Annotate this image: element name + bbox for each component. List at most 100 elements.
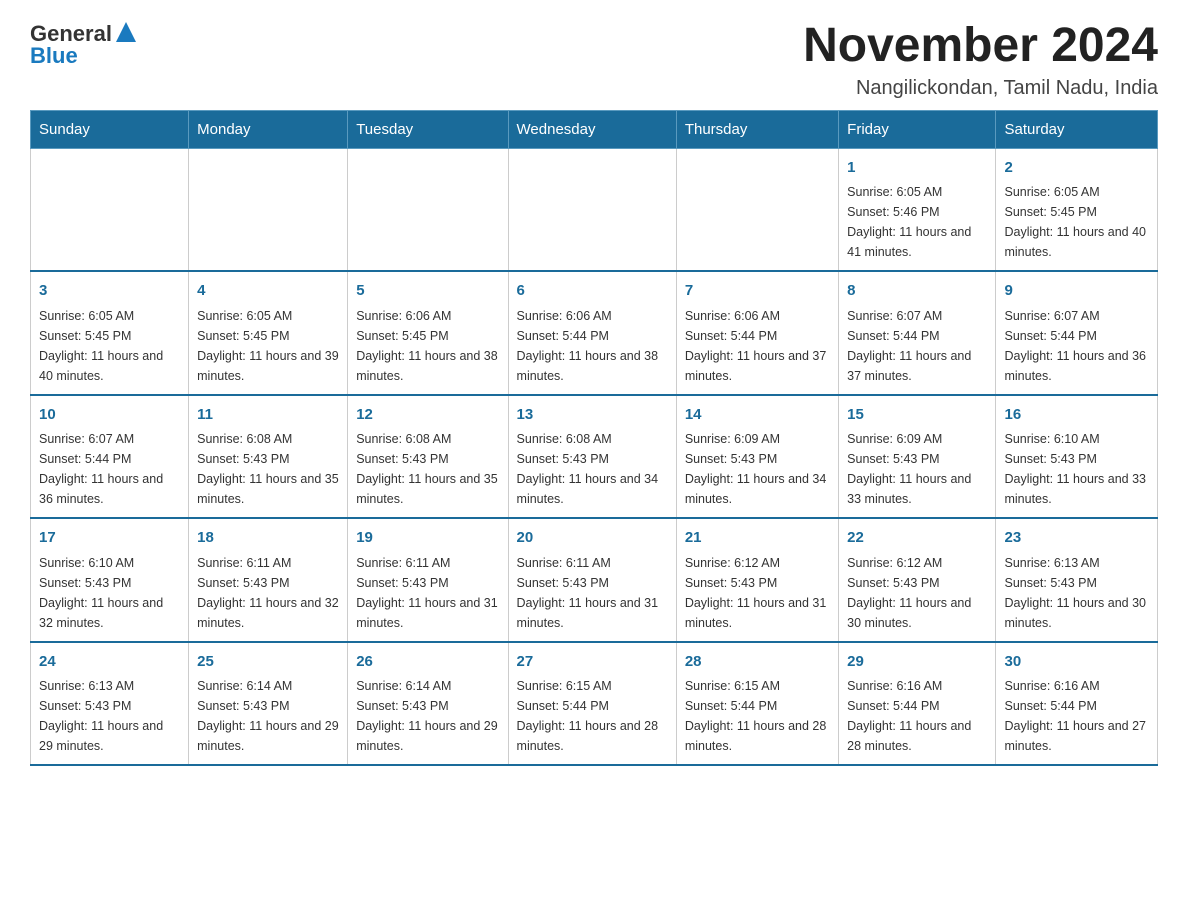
calendar-cell xyxy=(508,148,676,271)
weekday-header-row: SundayMondayTuesdayWednesdayThursdayFrid… xyxy=(31,110,1158,148)
logo: General Blue xyxy=(30,20,136,69)
logo-triangle-icon xyxy=(116,22,136,42)
calendar-cell: 4 Sunrise: 6:05 AMSunset: 5:45 PMDaylight… xyxy=(189,271,348,395)
day-number: 6 xyxy=(517,280,668,303)
day-number: 7 xyxy=(685,280,830,303)
day-info: Sunrise: 6:05 AMSunset: 5:45 PMDaylight:… xyxy=(39,306,180,386)
day-info: Sunrise: 6:12 AMSunset: 5:43 PMDaylight:… xyxy=(685,553,830,633)
day-info: Sunrise: 6:13 AMSunset: 5:43 PMDaylight:… xyxy=(1004,553,1149,633)
calendar-cell: 16Sunrise: 6:10 AMSunset: 5:43 PMDayligh… xyxy=(996,395,1158,519)
day-number: 15 xyxy=(847,404,987,427)
weekday-header-thursday: Thursday xyxy=(676,110,838,148)
calendar-cell xyxy=(348,148,508,271)
day-info: Sunrise: 6:10 AMSunset: 5:43 PMDaylight:… xyxy=(39,553,180,633)
day-number: 26 xyxy=(356,651,499,674)
calendar-header: SundayMondayTuesdayWednesdayThursdayFrid… xyxy=(31,110,1158,148)
day-number: 9 xyxy=(1004,280,1149,303)
day-info: Sunrise: 6:05 AMSunset: 5:45 PMDaylight:… xyxy=(1004,182,1149,262)
calendar-cell: 5Sunrise: 6:06 AMSunset: 5:45 PMDaylight… xyxy=(348,271,508,395)
calendar-cell: 7Sunrise: 6:06 AMSunset: 5:44 PMDaylight… xyxy=(676,271,838,395)
day-number: 17 xyxy=(39,527,180,550)
calendar-cell: 26Sunrise: 6:14 AMSunset: 5:43 PMDayligh… xyxy=(348,642,508,766)
calendar-cell: 14Sunrise: 6:09 AMSunset: 5:43 PMDayligh… xyxy=(676,395,838,519)
day-number: 3 xyxy=(39,280,180,303)
location-subtitle: Nangilickondan, Tamil Nadu, India xyxy=(803,77,1158,100)
calendar-table: SundayMondayTuesdayWednesdayThursdayFrid… xyxy=(30,110,1158,767)
day-number: 21 xyxy=(685,527,830,550)
day-info: Sunrise: 6:16 AMSunset: 5:44 PMDaylight:… xyxy=(1004,676,1149,756)
weekday-header-monday: Monday xyxy=(189,110,348,148)
logo-blue-text: Blue xyxy=(30,43,78,69)
calendar-week-row: 3 Sunrise: 6:05 AMSunset: 5:45 PMDaylight… xyxy=(31,271,1158,395)
calendar-cell: 17 Sunrise: 6:10 AMSunset: 5:43 PMDayligh… xyxy=(31,518,189,642)
day-number: 1 xyxy=(847,157,987,180)
day-number: 2 xyxy=(1004,157,1149,180)
weekday-header-friday: Friday xyxy=(839,110,996,148)
calendar-cell: 24Sunrise: 6:13 AMSunset: 5:43 PMDayligh… xyxy=(31,642,189,766)
calendar-week-row: 17 Sunrise: 6:10 AMSunset: 5:43 PMDayligh… xyxy=(31,518,1158,642)
calendar-cell: 10Sunrise: 6:07 AMSunset: 5:44 PMDayligh… xyxy=(31,395,189,519)
day-info: Sunrise: 6:11 AMSunset: 5:43 PMDaylight:… xyxy=(356,553,499,633)
day-info: Sunrise: 6:13 AMSunset: 5:43 PMDaylight:… xyxy=(39,676,180,756)
day-number: 12 xyxy=(356,404,499,427)
day-number: 19 xyxy=(356,527,499,550)
calendar-cell: 25Sunrise: 6:14 AMSunset: 5:43 PMDayligh… xyxy=(189,642,348,766)
calendar-cell: 12Sunrise: 6:08 AMSunset: 5:43 PMDayligh… xyxy=(348,395,508,519)
calendar-cell: 1Sunrise: 6:05 AMSunset: 5:46 PMDaylight… xyxy=(839,148,996,271)
day-number: 20 xyxy=(517,527,668,550)
calendar-cell: 19 Sunrise: 6:11 AMSunset: 5:43 PMDayligh… xyxy=(348,518,508,642)
calendar-cell: 27Sunrise: 6:15 AMSunset: 5:44 PMDayligh… xyxy=(508,642,676,766)
day-number: 29 xyxy=(847,651,987,674)
weekday-header-saturday: Saturday xyxy=(996,110,1158,148)
title-section: November 2024 Nangilickondan, Tamil Nadu… xyxy=(803,20,1158,100)
calendar-cell: 23 Sunrise: 6:13 AMSunset: 5:43 PMDayligh… xyxy=(996,518,1158,642)
calendar-cell xyxy=(676,148,838,271)
calendar-cell: 15Sunrise: 6:09 AMSunset: 5:43 PMDayligh… xyxy=(839,395,996,519)
weekday-header-sunday: Sunday xyxy=(31,110,189,148)
day-number: 4 xyxy=(197,280,339,303)
day-info: Sunrise: 6:08 AMSunset: 5:43 PMDaylight:… xyxy=(356,429,499,509)
weekday-header-wednesday: Wednesday xyxy=(508,110,676,148)
day-info: Sunrise: 6:14 AMSunset: 5:43 PMDaylight:… xyxy=(356,676,499,756)
day-number: 23 xyxy=(1004,527,1149,550)
day-info: Sunrise: 6:07 AMSunset: 5:44 PMDaylight:… xyxy=(1004,306,1149,386)
day-info: Sunrise: 6:09 AMSunset: 5:43 PMDaylight:… xyxy=(847,429,987,509)
calendar-cell: 8Sunrise: 6:07 AMSunset: 5:44 PMDaylight… xyxy=(839,271,996,395)
calendar-cell: 3 Sunrise: 6:05 AMSunset: 5:45 PMDaylight… xyxy=(31,271,189,395)
day-info: Sunrise: 6:16 AMSunset: 5:44 PMDaylight:… xyxy=(847,676,987,756)
calendar-cell: 21 Sunrise: 6:12 AMSunset: 5:43 PMDayligh… xyxy=(676,518,838,642)
calendar-week-row: 1Sunrise: 6:05 AMSunset: 5:46 PMDaylight… xyxy=(31,148,1158,271)
weekday-header-tuesday: Tuesday xyxy=(348,110,508,148)
day-info: Sunrise: 6:06 AMSunset: 5:44 PMDaylight:… xyxy=(517,306,668,386)
day-info: Sunrise: 6:08 AMSunset: 5:43 PMDaylight:… xyxy=(197,429,339,509)
day-number: 18 xyxy=(197,527,339,550)
day-info: Sunrise: 6:08 AMSunset: 5:43 PMDaylight:… xyxy=(517,429,668,509)
calendar-cell: 28Sunrise: 6:15 AMSunset: 5:44 PMDayligh… xyxy=(676,642,838,766)
day-info: Sunrise: 6:05 AMSunset: 5:45 PMDaylight:… xyxy=(197,306,339,386)
calendar-week-row: 24Sunrise: 6:13 AMSunset: 5:43 PMDayligh… xyxy=(31,642,1158,766)
month-title: November 2024 xyxy=(803,20,1158,73)
day-number: 28 xyxy=(685,651,830,674)
page-header: General Blue November 2024 Nangilickonda… xyxy=(30,20,1158,100)
day-number: 13 xyxy=(517,404,668,427)
day-number: 25 xyxy=(197,651,339,674)
day-number: 24 xyxy=(39,651,180,674)
calendar-cell: 2Sunrise: 6:05 AMSunset: 5:45 PMDaylight… xyxy=(996,148,1158,271)
day-info: Sunrise: 6:11 AMSunset: 5:43 PMDaylight:… xyxy=(197,553,339,633)
calendar-week-row: 10Sunrise: 6:07 AMSunset: 5:44 PMDayligh… xyxy=(31,395,1158,519)
day-number: 10 xyxy=(39,404,180,427)
calendar-cell: 20Sunrise: 6:11 AMSunset: 5:43 PMDayligh… xyxy=(508,518,676,642)
day-number: 11 xyxy=(197,404,339,427)
day-info: Sunrise: 6:05 AMSunset: 5:46 PMDaylight:… xyxy=(847,182,987,262)
calendar-cell: 22Sunrise: 6:12 AMSunset: 5:43 PMDayligh… xyxy=(839,518,996,642)
calendar-cell: 9 Sunrise: 6:07 AMSunset: 5:44 PMDaylight… xyxy=(996,271,1158,395)
day-number: 5 xyxy=(356,280,499,303)
calendar-cell: 6 Sunrise: 6:06 AMSunset: 5:44 PMDaylight… xyxy=(508,271,676,395)
day-info: Sunrise: 6:07 AMSunset: 5:44 PMDaylight:… xyxy=(847,306,987,386)
calendar-cell: 13Sunrise: 6:08 AMSunset: 5:43 PMDayligh… xyxy=(508,395,676,519)
day-number: 30 xyxy=(1004,651,1149,674)
day-info: Sunrise: 6:15 AMSunset: 5:44 PMDaylight:… xyxy=(517,676,668,756)
day-number: 14 xyxy=(685,404,830,427)
day-number: 27 xyxy=(517,651,668,674)
calendar-cell: 29Sunrise: 6:16 AMSunset: 5:44 PMDayligh… xyxy=(839,642,996,766)
